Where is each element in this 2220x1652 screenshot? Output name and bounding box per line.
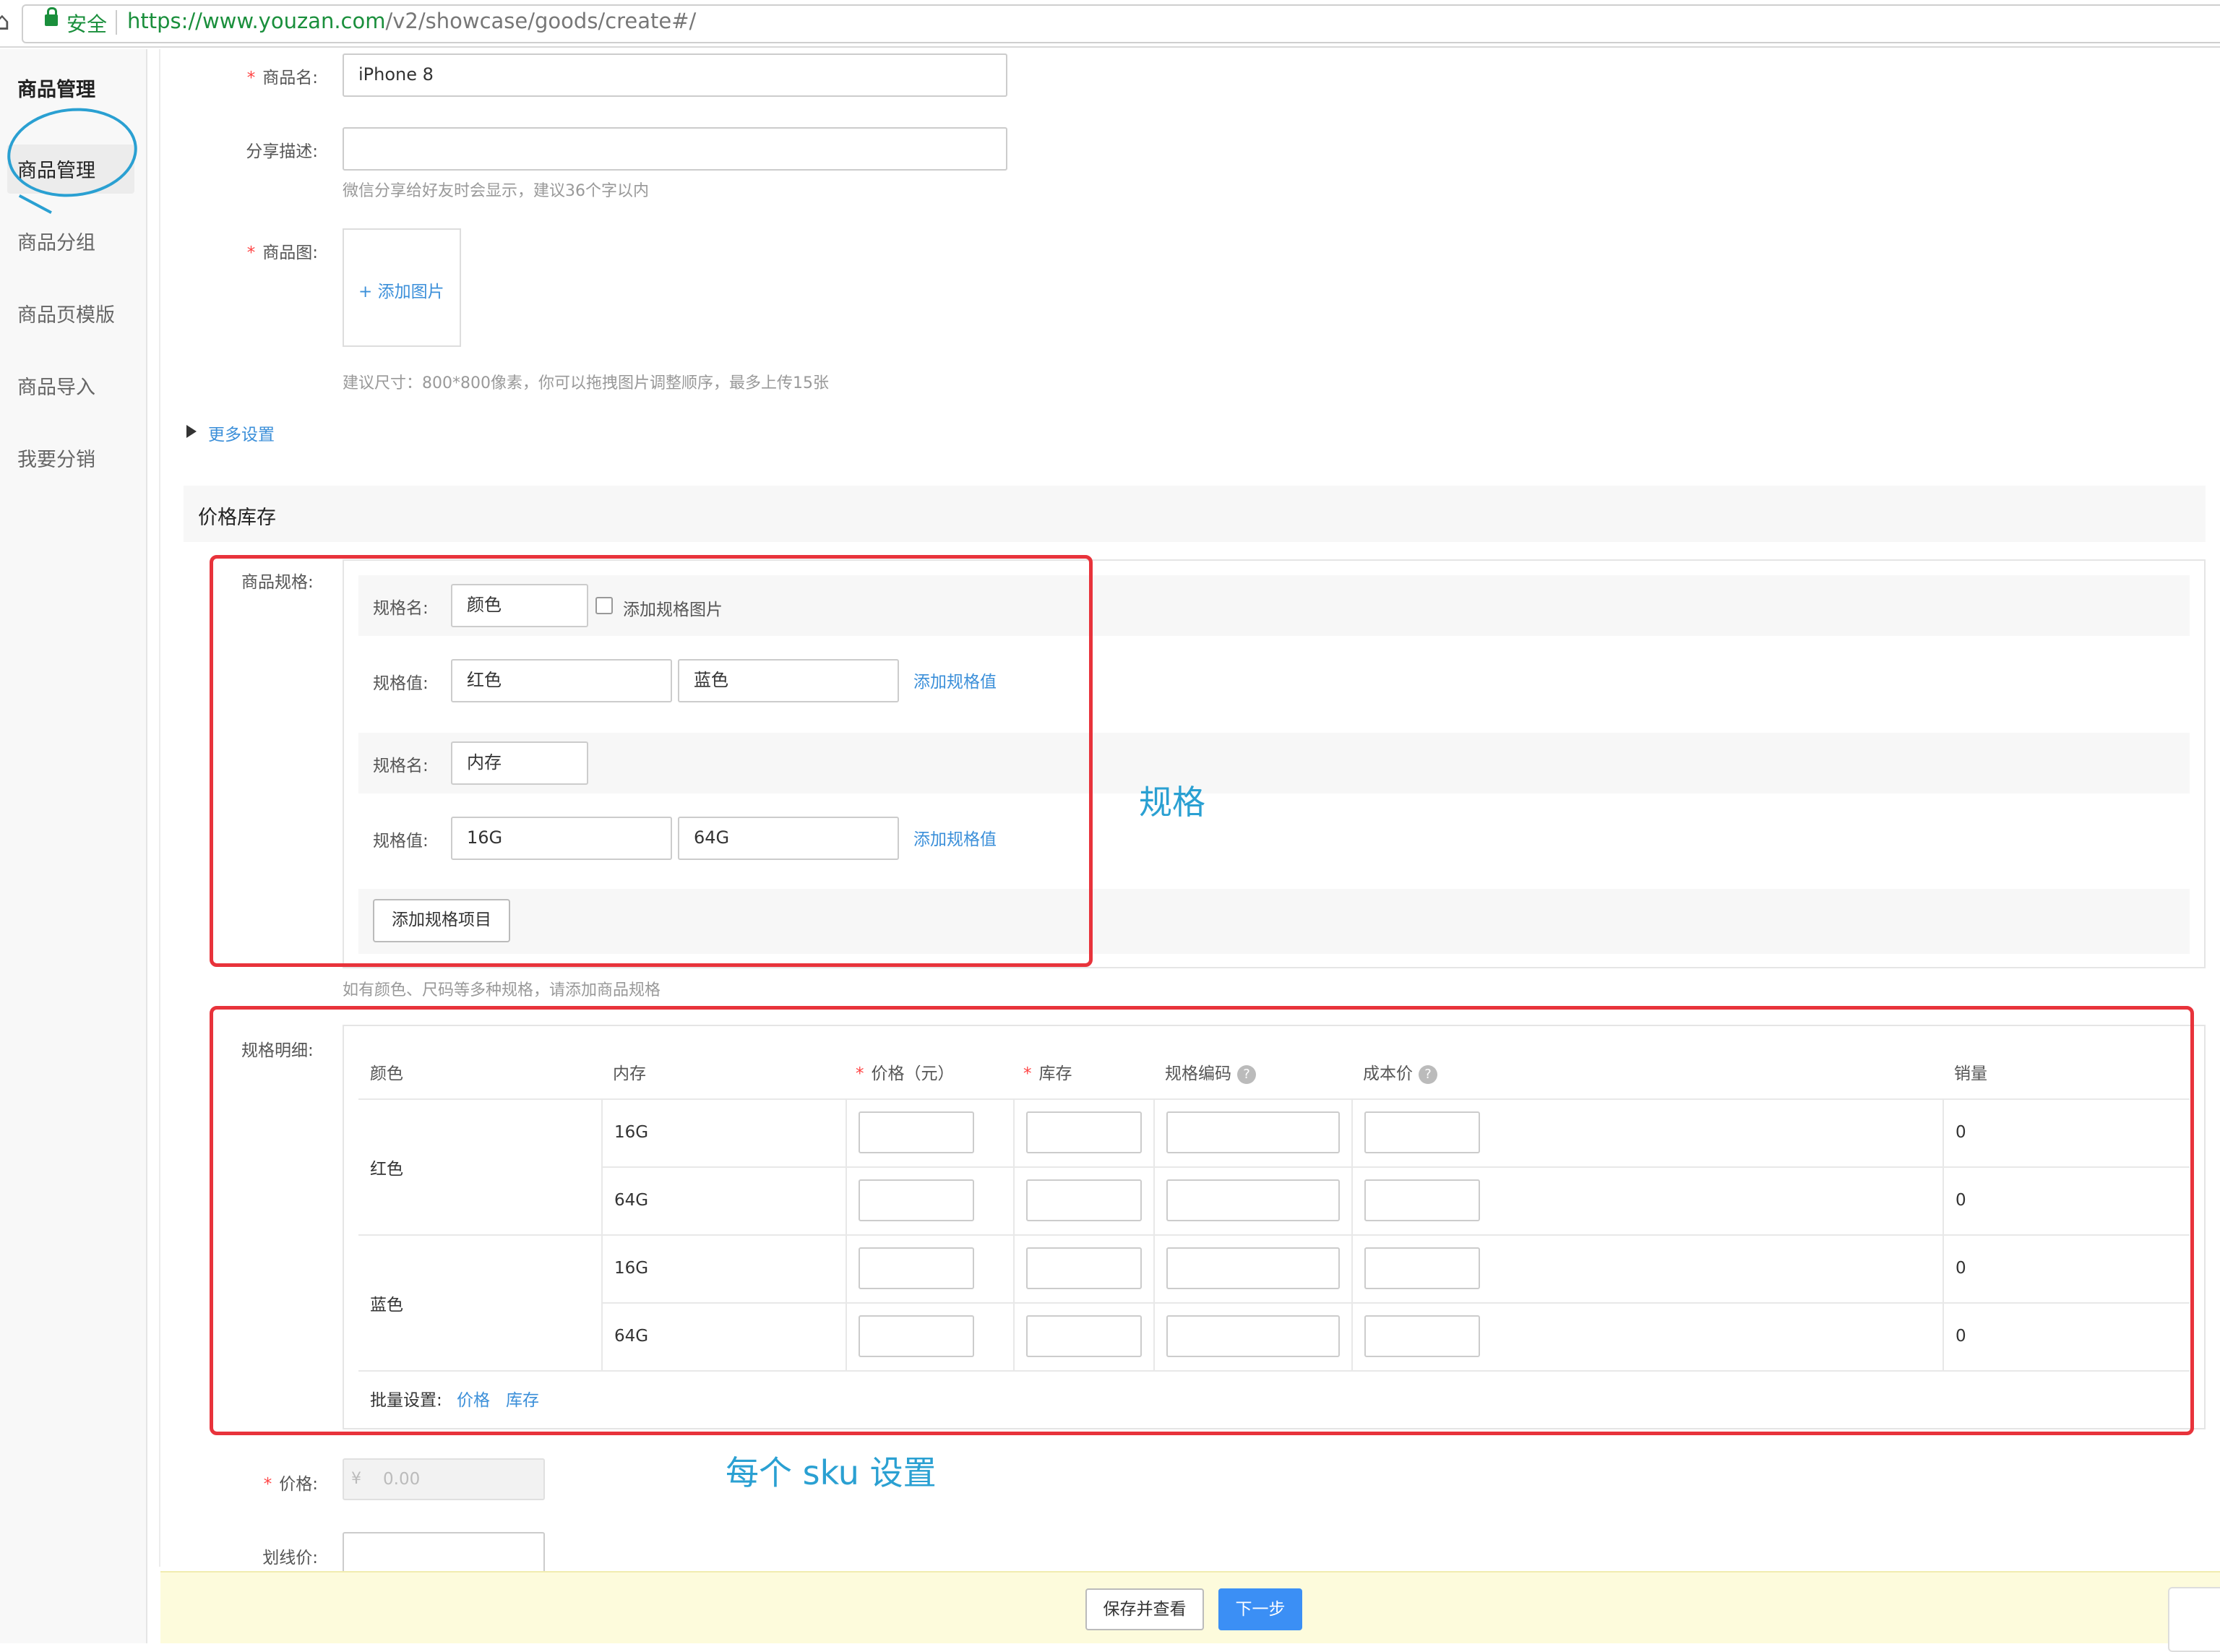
product-name-label: * 商品名: xyxy=(246,69,318,87)
url-host: https://www.youzan.com xyxy=(127,9,386,33)
expand-triangle-icon[interactable] xyxy=(186,425,197,438)
annotation-box-sku xyxy=(210,1006,2194,1435)
add-image-button[interactable]: + 添加图片 xyxy=(343,228,461,347)
share-desc-input[interactable] xyxy=(343,127,1007,171)
price-placeholder: 0.00 xyxy=(383,1470,421,1489)
sidebar-item-templates[interactable]: 商品页模版 xyxy=(17,299,115,327)
save-preview-button[interactable]: 保存并查看 xyxy=(1085,1588,1204,1630)
browser-address-bar: ⌂ 安全 https://www.youzan.com/v2/showcase/… xyxy=(0,0,2220,48)
share-desc-label: 分享描述: xyxy=(246,142,318,161)
image-hint: 建议尺寸：800*800像素，你可以拖拽图片调整顺序，最多上传15张 xyxy=(343,374,829,392)
url-text[interactable]: https://www.youzan.com/v2/showcase/goods… xyxy=(127,9,696,33)
section-title: 价格库存 xyxy=(198,507,276,529)
price-label: * 价格: xyxy=(263,1475,318,1494)
price-input[interactable]: ¥ 0.00 xyxy=(343,1458,545,1500)
product-image-label: * 商品图: xyxy=(246,244,318,262)
home-icon[interactable]: ⌂ xyxy=(0,7,10,36)
divider xyxy=(116,10,117,35)
sidebar-item-import[interactable]: 商品导入 xyxy=(17,371,95,400)
url-path: /v2/showcase/goods/create#/ xyxy=(385,9,697,33)
annotation-label-spec: 规格 xyxy=(1139,783,1205,822)
more-settings-link[interactable]: 更多设置 xyxy=(208,421,275,445)
product-name-input[interactable]: iPhone 8 xyxy=(343,53,1007,97)
sidebar-item-groups[interactable]: 商品分组 xyxy=(17,227,95,255)
secure-label: 安全 xyxy=(66,12,108,36)
lock-icon xyxy=(45,7,58,26)
strike-price-input[interactable] xyxy=(343,1532,545,1575)
currency-symbol: ¥ xyxy=(351,1470,361,1488)
next-step-button[interactable]: 下一步 xyxy=(1218,1588,1302,1630)
content-divider xyxy=(159,49,160,1567)
annotation-box-spec xyxy=(210,555,1093,967)
price-stock-section-header: 价格库存 xyxy=(184,486,2206,542)
chat-widget-icon[interactable] xyxy=(2168,1587,2220,1652)
add-image-text: + 添加图片 xyxy=(358,283,444,301)
sidebar-title: 商品管理 xyxy=(17,79,95,101)
share-desc-hint: 微信分享给好友时会显示，建议36个字以内 xyxy=(343,182,649,200)
spec-hint: 如有颜色、尺码等多种规格，请添加商品规格 xyxy=(343,981,661,999)
annotation-label-sku: 每个 sku 设置 xyxy=(726,1453,937,1492)
sidebar xyxy=(0,49,147,1643)
sidebar-item-distribution[interactable]: 我要分销 xyxy=(17,444,95,472)
strike-price-label: 划线价: xyxy=(262,1549,318,1567)
